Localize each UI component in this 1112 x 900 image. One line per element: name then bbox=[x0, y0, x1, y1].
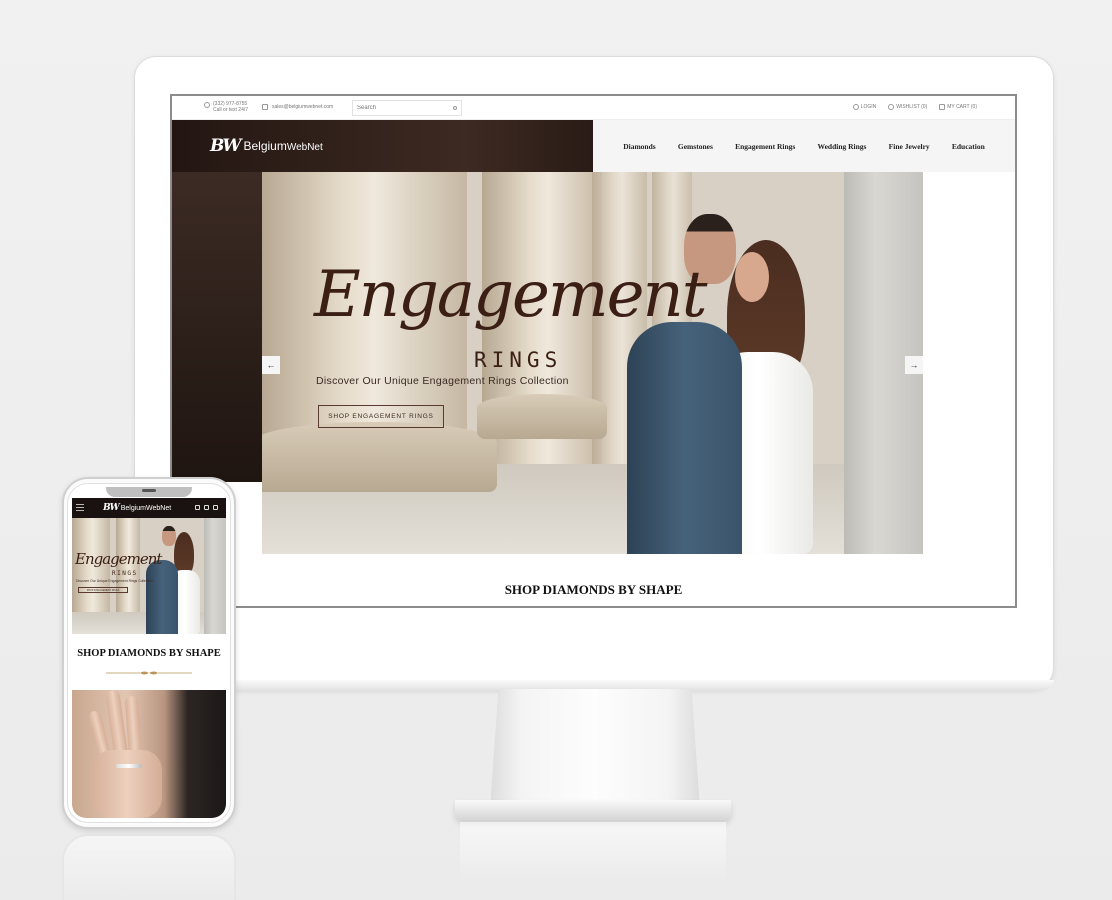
wishlist-label: WISHLIST (0) bbox=[896, 104, 928, 110]
header-brand-panel: BW BelgiumWebNet bbox=[172, 120, 593, 172]
cart-link[interactable]: MY CART (0) bbox=[939, 104, 977, 110]
hero-subtitle: Discover Our Unique Engagement Rings Col… bbox=[316, 375, 569, 387]
cart-label: MY CART (0) bbox=[947, 104, 977, 110]
nav-diamonds[interactable]: Diamonds bbox=[623, 142, 656, 151]
account-links: LOGIN WISHLIST (0) MY CART (0) bbox=[852, 104, 977, 110]
bag-icon bbox=[939, 104, 946, 110]
stand-reflection bbox=[460, 822, 726, 882]
email-contact[interactable]: sales@belgiumwebnet.com bbox=[262, 104, 333, 110]
hamburger-menu-icon[interactable] bbox=[76, 504, 84, 511]
phone-icon bbox=[204, 102, 210, 108]
nav-gemstones[interactable]: Gemstones bbox=[678, 142, 713, 151]
mobile-header-icons bbox=[195, 505, 218, 510]
user-icon bbox=[852, 104, 859, 110]
man-head bbox=[162, 526, 176, 546]
nav-education[interactable]: Education bbox=[952, 142, 985, 151]
phone-contact[interactable]: (332) 977-8755 Call or text 24/7 bbox=[204, 101, 249, 113]
nav-fine-jewelry[interactable]: Fine Jewelry bbox=[889, 142, 930, 151]
mail-icon bbox=[262, 104, 268, 110]
wishlist-link[interactable]: WISHLIST (0) bbox=[888, 104, 927, 110]
man-suit bbox=[627, 322, 742, 554]
imac-chin bbox=[134, 680, 1054, 690]
pillar-base bbox=[477, 394, 607, 439]
mobile-hero-rings: RINGS bbox=[112, 570, 138, 577]
mobile-logo-mark: BW bbox=[103, 503, 120, 513]
hero-side-panel bbox=[172, 172, 262, 482]
search-box bbox=[352, 100, 462, 116]
user-icon[interactable] bbox=[195, 505, 200, 510]
mobile-shop-button[interactable]: SHOP ENGAGEMENT RINGS bbox=[78, 587, 128, 593]
logo-name: Belgium bbox=[243, 139, 287, 153]
mobile-logo[interactable]: BW BelgiumWebNet bbox=[103, 503, 171, 513]
mobile-header: BW BelgiumWebNet bbox=[72, 498, 226, 518]
section-title: SHOP DIAMONDS BY SHAPE bbox=[504, 582, 683, 597]
hero-rings-title: RINGS bbox=[474, 348, 563, 372]
woman-face bbox=[735, 252, 769, 302]
couple-photo bbox=[146, 526, 206, 634]
logo-mark: BW bbox=[210, 136, 242, 156]
mobile-hero: Engagement RINGS Discover Our Unique Eng… bbox=[72, 518, 226, 634]
bag-icon[interactable] bbox=[213, 505, 218, 510]
imac-stand-base bbox=[455, 800, 731, 820]
imac-stand bbox=[490, 689, 700, 809]
login-label: LOGIN bbox=[860, 104, 877, 110]
search-icon[interactable] bbox=[453, 106, 457, 110]
hand-palm bbox=[92, 750, 162, 818]
utility-bar: (332) 977-8755 Call or text 24/7 sales@b… bbox=[172, 96, 1015, 120]
speaker-icon bbox=[142, 489, 156, 492]
mobile-screen: BW BelgiumWebNet Engagement RINGS Discov… bbox=[72, 498, 226, 818]
heart-icon[interactable] bbox=[204, 505, 209, 510]
pillar-base bbox=[262, 422, 497, 492]
mobile-hero-script: Engagement bbox=[75, 550, 162, 568]
heart-icon bbox=[888, 104, 895, 110]
phone-notch bbox=[106, 487, 192, 497]
phone-reflection bbox=[62, 834, 236, 900]
main-nav: Diamonds Gemstones Engagement Rings Wedd… bbox=[593, 120, 1015, 172]
login-link[interactable]: LOGIN bbox=[852, 104, 877, 110]
diamond-ring bbox=[116, 764, 142, 768]
email-address: sales@belgiumwebnet.com bbox=[272, 104, 334, 110]
nav-wedding-rings[interactable]: Wedding Rings bbox=[817, 142, 866, 151]
mobile-hero-subtitle: Discover Our Unique Engagement Rings Col… bbox=[76, 579, 154, 583]
hero-banner: Engagement RINGS Discover Our Unique Eng… bbox=[262, 172, 923, 554]
search-input[interactable] bbox=[357, 105, 442, 111]
next-arrow-icon[interactable]: → bbox=[905, 356, 923, 374]
hero-wall bbox=[204, 518, 226, 634]
ornament-divider-icon bbox=[106, 671, 192, 675]
logo-name-suffix: WebNet bbox=[286, 142, 323, 153]
mobile-logo-name-suffix: WebNet bbox=[146, 504, 172, 512]
nav-engagement-rings[interactable]: Engagement Rings bbox=[735, 142, 795, 151]
site-logo[interactable]: BW BelgiumWebNet bbox=[210, 136, 323, 156]
shop-engagement-rings-button[interactable]: SHOP ENGAGEMENT RINGS bbox=[318, 405, 444, 428]
ring-hand-photo bbox=[72, 690, 226, 818]
phone-note: Call or text 24/7 bbox=[213, 106, 249, 113]
man-suit bbox=[146, 560, 178, 634]
desktop-screen: (332) 977-8755 Call or text 24/7 sales@b… bbox=[170, 94, 1017, 608]
mobile-logo-name: Belgium bbox=[120, 504, 147, 512]
main-header: BW BelgiumWebNet Diamonds Gemstones Enga… bbox=[172, 120, 1015, 172]
mobile-section-title: SHOP DIAMONDS BY SHAPE bbox=[77, 648, 221, 659]
prev-arrow-icon[interactable]: ← bbox=[262, 356, 280, 374]
hero-script-title: Engagement bbox=[314, 258, 707, 332]
